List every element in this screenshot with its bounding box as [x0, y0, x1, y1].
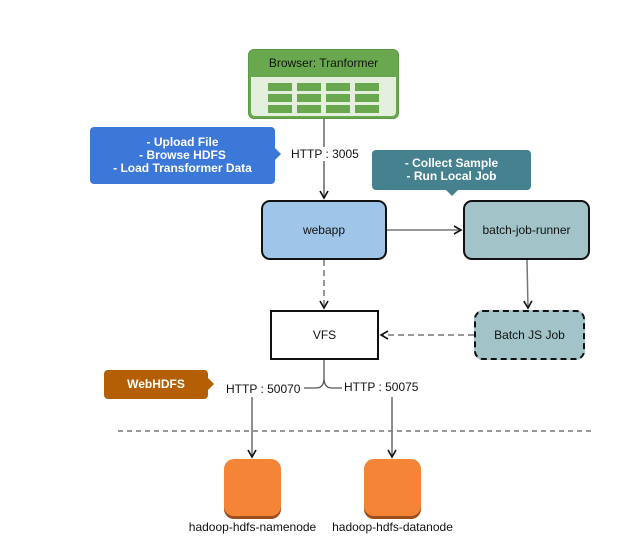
edge-label-http-50070: HTTP : 50070 [225, 382, 302, 396]
vfs-label: VFS [312, 328, 337, 342]
browser-title: Browser: Tranformer [268, 56, 379, 70]
callout-line: - Run Local Job [406, 169, 497, 183]
batch-job-runner-node[interactable]: batch-job-runner [463, 200, 590, 260]
batch-js-job-node[interactable]: Batch JS Job [474, 310, 585, 360]
batch-job-runner-label: batch-job-runner [482, 223, 571, 237]
batch-js-job-label: Batch JS Job [494, 328, 565, 342]
callout-line: - Load Transformer Data [113, 161, 252, 175]
edge-vfs-split [304, 360, 342, 389]
namenode-label: hadoop-hdfs-namenode [188, 520, 317, 534]
webapp-label: webapp [302, 223, 346, 237]
namenode-server-icon[interactable] [224, 459, 281, 516]
edge-label-http-3005: HTTP : 3005 [290, 147, 360, 161]
datanode-label: hadoop-hdfs-datanode [332, 520, 453, 534]
edge-runner-to-batchjs [523, 259, 533, 310]
browser-transformer-node[interactable]: Browser: Tranformer [248, 49, 399, 119]
table-grid-icon [251, 77, 396, 116]
callout-label: WebHDFS [127, 377, 185, 391]
webapp-node[interactable]: webapp [261, 200, 387, 260]
datanode-server-icon[interactable] [364, 459, 421, 516]
webhdfs-callout: WebHDFS [104, 370, 214, 399]
vfs-node[interactable]: VFS [270, 310, 379, 360]
edge-label-http-50075: HTTP : 50075 [343, 380, 420, 394]
webapp-features-callout: - Upload File - Browse HDFS - Load Trans… [90, 127, 281, 184]
runner-features-callout: - Collect Sample - Run Local Job [372, 150, 531, 196]
